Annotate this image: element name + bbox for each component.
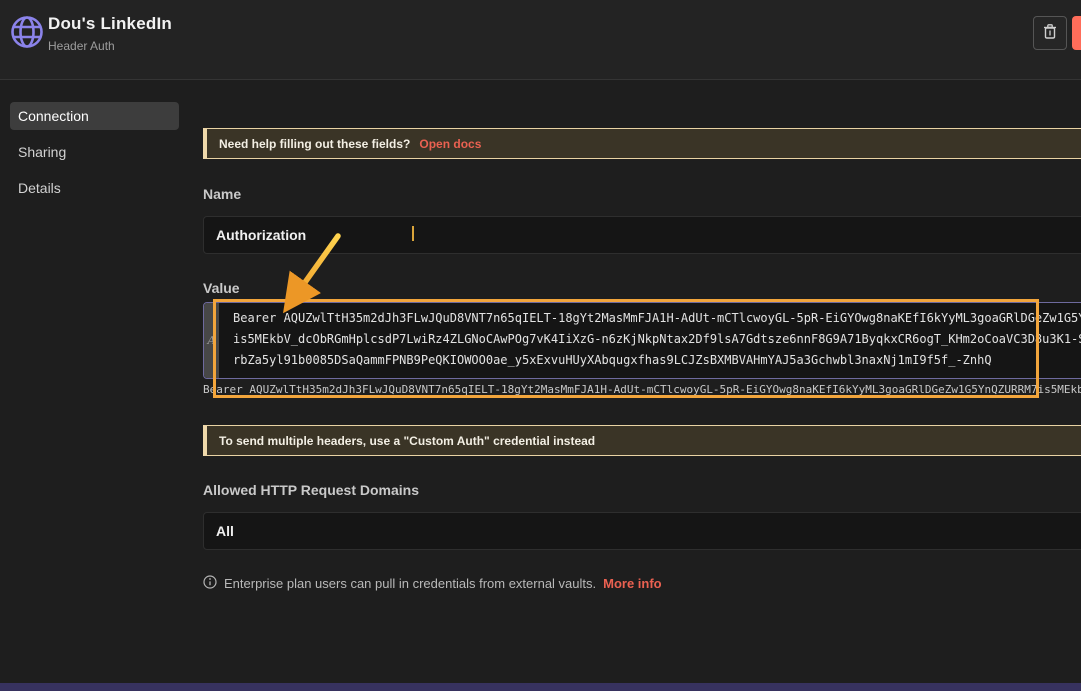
token-line: is5MEkbV_dcObRGmHplcsdP7LwiRz4ZLGNoCAwPO… (233, 329, 1081, 350)
credential-title-block: Dou's LinkedIn Header Auth (48, 14, 172, 53)
credential-modal: { "window": { "title": "Dou's LinkedIn",… (0, 0, 1081, 691)
domains-input[interactable]: All (203, 512, 1081, 550)
open-docs-link[interactable]: Open docs (419, 137, 481, 151)
more-info-link[interactable]: More info (603, 576, 662, 591)
help-callout-text: Need help filling out these fields? (219, 137, 410, 151)
sidebar-item-sharing[interactable]: Sharing (10, 138, 179, 166)
enterprise-note-text: Enterprise plan users can pull in creden… (224, 576, 596, 591)
sidebar-item-details[interactable]: Details (10, 174, 179, 202)
expression-toggle[interactable]: A (204, 303, 219, 378)
credential-title: Dou's LinkedIn (48, 14, 172, 34)
bottom-accent-bar (0, 683, 1081, 691)
name-input[interactable]: Authorization (203, 216, 1081, 254)
value-textarea[interactable]: A Bearer AQUZwlTtH35m2dJh3FLwJQuD8VNT7n6… (203, 302, 1081, 379)
multiple-headers-text: To send multiple headers, use a "Custom … (219, 434, 595, 448)
token-line: rbZa5yl91b0085DSaQammFPNB9PeQKIOWOO0ae_y… (233, 350, 1081, 371)
name-field-label: Name (203, 186, 241, 202)
help-callout: Need help filling out these fields? Open… (203, 128, 1081, 159)
sidebar-item-connection[interactable]: Connection (10, 102, 179, 130)
name-input-value: Authorization (216, 227, 306, 243)
multiple-headers-callout: To send multiple headers, use a "Custom … (203, 425, 1081, 456)
domains-field-label: Allowed HTTP Request Domains (203, 482, 419, 498)
domains-input-value: All (216, 523, 234, 539)
token-line: Bearer AQUZwlTtH35m2dJh3FLwJQuD8VNT7n65q… (233, 308, 1081, 329)
globe-icon (8, 13, 46, 51)
value-token-text: Bearer AQUZwlTtH35m2dJh3FLwJQuD8VNT7n65q… (233, 308, 1081, 371)
info-circle-icon (203, 575, 217, 592)
enterprise-note: Enterprise plan users can pull in creden… (203, 575, 662, 592)
value-field-label: Value (203, 280, 240, 296)
fixed-value-icon: A (208, 334, 216, 347)
value-preview-text: Bearer AQUZwlTtH35m2dJh3FLwJQuD8VNT7n65q… (203, 383, 1081, 396)
connection-panel: Need help filling out these fields? Open… (203, 0, 1081, 691)
credential-subtitle: Header Auth (48, 39, 172, 53)
credential-sidebar: Connection Sharing Details (10, 102, 179, 210)
